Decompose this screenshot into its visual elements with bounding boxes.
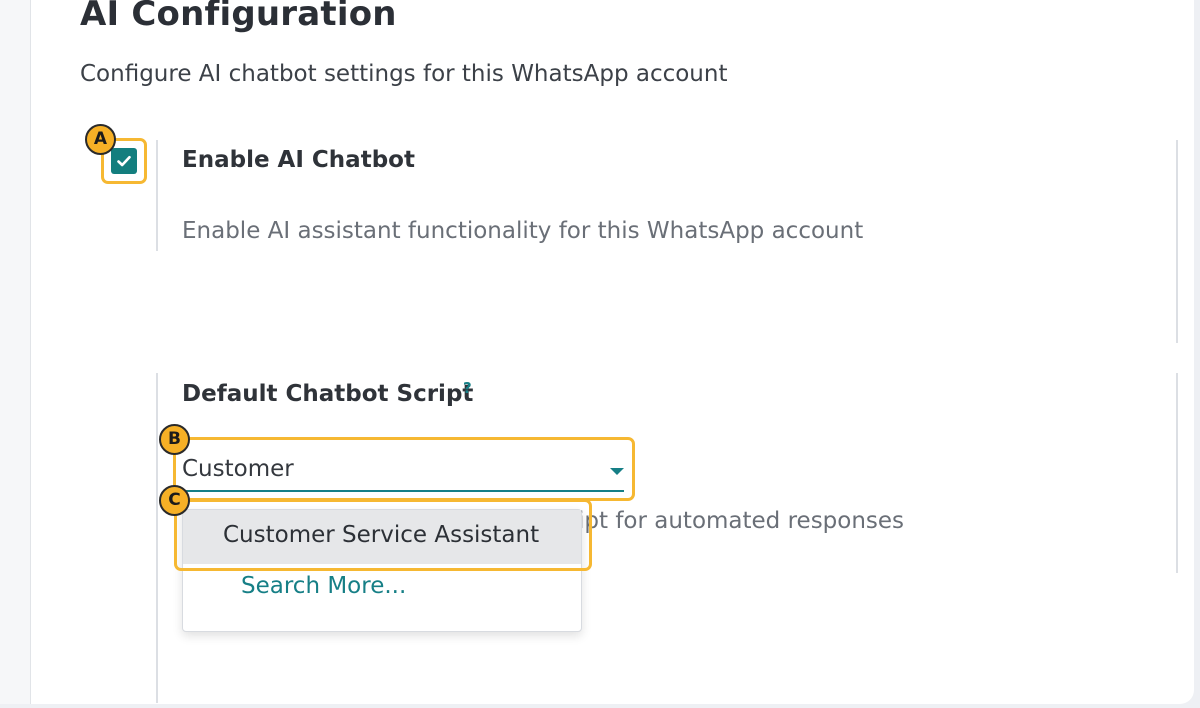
annotation-badge-b: B <box>159 424 190 455</box>
setting-divider-right-2 <box>1176 373 1178 573</box>
highlight-box-b <box>173 437 635 501</box>
setting-divider-left-2 <box>156 373 158 703</box>
setting-divider-right-1 <box>1176 140 1178 343</box>
setting-divider-left-1 <box>156 140 158 251</box>
highlight-box-c <box>174 499 592 571</box>
default-chatbot-script-description: ipt for automated responses <box>578 508 905 534</box>
left-rail <box>0 0 31 704</box>
settings-card: AI Configuration Configure AI chatbot se… <box>0 0 1194 704</box>
default-chatbot-script-label: Default Chatbot Script <box>182 381 474 407</box>
annotation-badge-c: C <box>159 485 190 516</box>
search-more-link[interactable]: Search More... <box>241 573 406 599</box>
page-subtitle: Configure AI chatbot settings for this W… <box>80 61 728 87</box>
enable-ai-chatbot-description: Enable AI assistant functionality for th… <box>182 218 864 244</box>
annotation-badge-a: A <box>85 124 116 155</box>
enable-ai-chatbot-label: Enable AI Chatbot <box>182 147 415 173</box>
help-icon[interactable]: ? <box>463 379 472 397</box>
page-title: AI Configuration <box>80 0 397 34</box>
